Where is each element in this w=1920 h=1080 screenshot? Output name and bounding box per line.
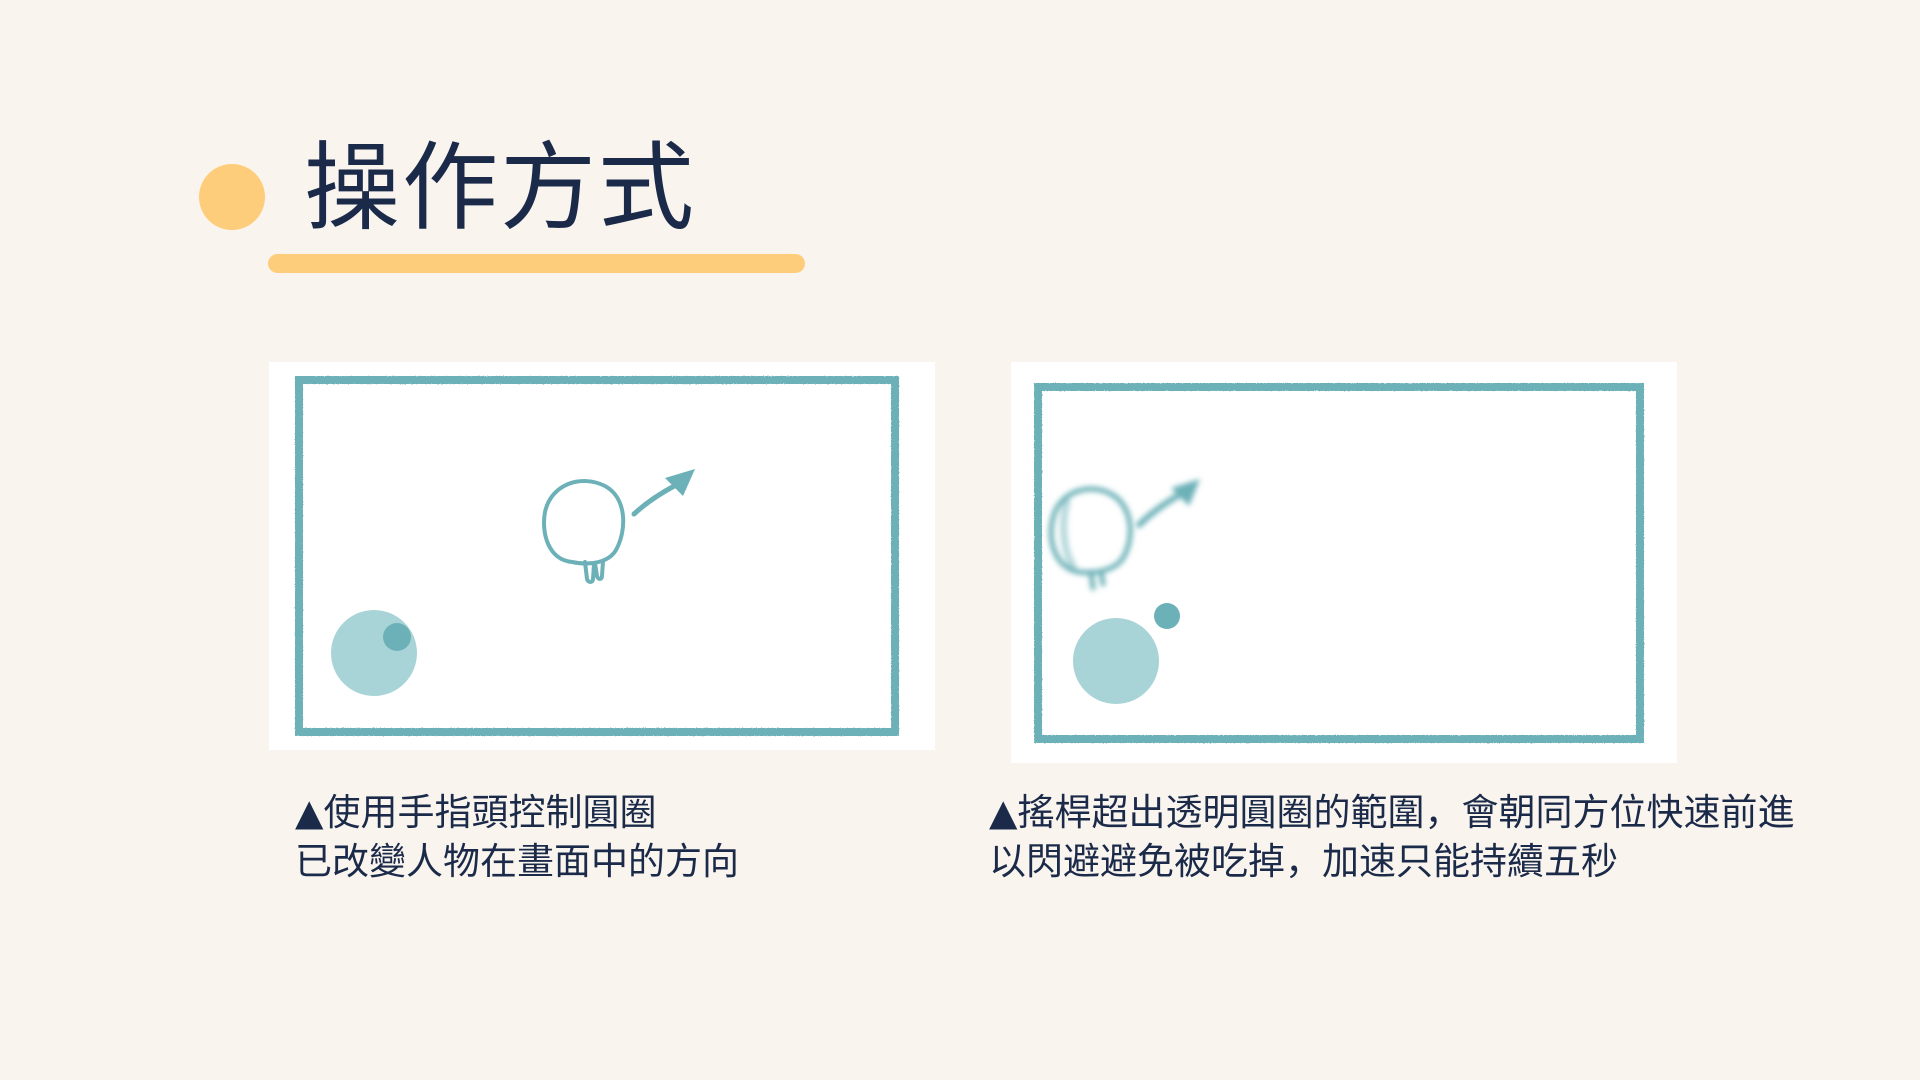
illustration-panel-right xyxy=(1011,362,1677,763)
illustration-panel-left xyxy=(269,362,935,750)
joystick-knob xyxy=(1154,603,1180,629)
caption-right-line-1: ▲搖桿超出透明圓圈的範圍，會朝同方位快速前進 xyxy=(989,791,1795,834)
caption-left-line-2: 已改變人物在畫面中的方向 xyxy=(295,840,739,883)
virtual-joystick xyxy=(331,610,417,696)
character-icon-motion-blur xyxy=(1048,486,1133,591)
character-icon xyxy=(542,479,626,584)
caption-left-line-1: ▲使用手指頭控制圓圈 xyxy=(295,791,657,834)
game-screen-illustration-left xyxy=(295,376,899,736)
joystick-base xyxy=(1073,618,1159,704)
title-bullet-dot xyxy=(199,164,265,230)
page-title: 操作方式 xyxy=(304,132,696,244)
direction-arrow-icon xyxy=(631,469,695,517)
caption-right: ▲搖桿超出透明圓圈的範圍，會朝同方位快速前進 以閃避避免被吃掉，加速只能持續五秒 xyxy=(989,788,1794,886)
joystick-base xyxy=(331,610,417,696)
title-underline xyxy=(268,254,805,273)
virtual-joystick-extended xyxy=(1073,603,1180,704)
game-screen-illustration-right xyxy=(1034,383,1644,743)
caption-right-line-2: 以閃避避免被吃掉，加速只能持續五秒 xyxy=(989,840,1618,883)
direction-arrow-icon xyxy=(1136,479,1200,528)
caption-left: ▲使用手指頭控制圓圈 已改變人物在畫面中的方向 xyxy=(295,788,739,886)
joystick-knob xyxy=(383,623,411,651)
